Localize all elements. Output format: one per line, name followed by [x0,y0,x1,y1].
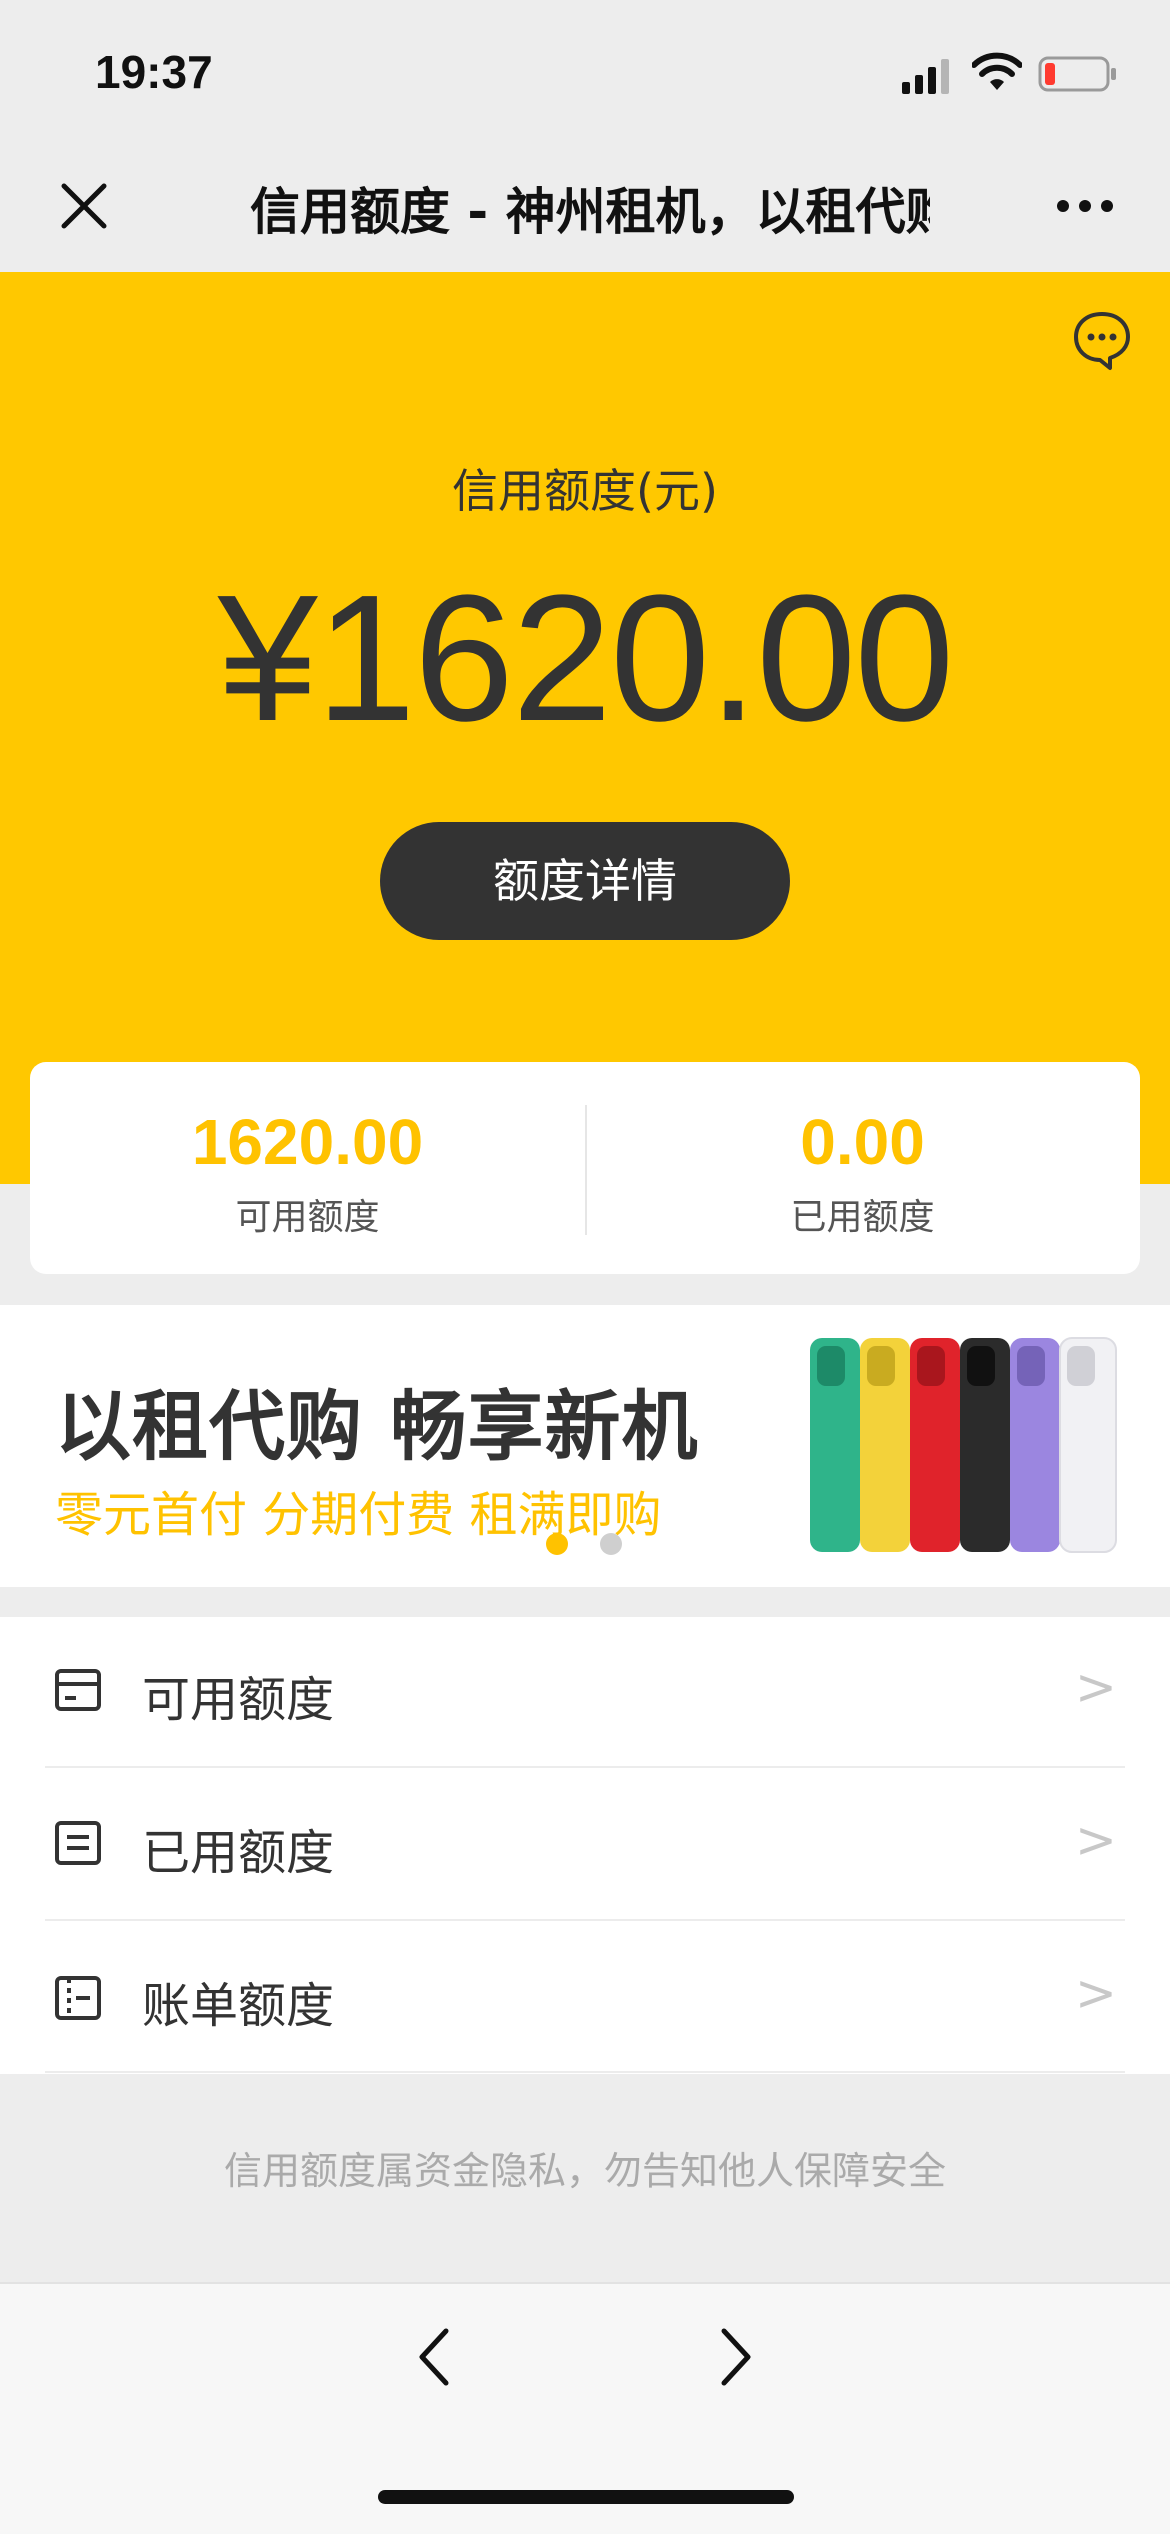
chat-bubble-icon[interactable] [1072,310,1132,372]
carousel-dot-active[interactable] [546,1533,568,1555]
menu-row-label: 已用额度 [142,1825,335,1881]
credit-amount: ¥1620.00 [217,558,955,759]
document-icon [55,1821,101,1865]
credit-label: 信用额度(元) [452,464,718,518]
carousel-dot[interactable] [600,1533,622,1555]
used-credit-label: 已用额度 [790,1197,935,1238]
card-icon [55,1669,101,1711]
close-icon[interactable] [58,180,110,232]
banner-title: 以租代购 畅享新机 [55,1382,699,1471]
chevron-right-icon: > [1075,1964,1117,2022]
signal-icon [902,59,949,94]
row-divider [45,2071,1125,2073]
forward-arrow-icon[interactable] [716,2325,756,2389]
chevron-right-icon: > [1075,1811,1117,1869]
available-credit-value: 1620.00 [191,1106,424,1178]
credit-detail-button[interactable]: 额度详情 [380,822,790,940]
privacy-note: 信用额度属资金隐私，勿告知他人保障安全 [223,2149,946,2193]
menu-row-label: 可用额度 [142,1672,335,1728]
home-indicator[interactable] [378,2490,794,2504]
banner-subtitle: 零元首付 分期付费 租满即购 [55,1487,662,1543]
more-icon[interactable] [1055,198,1115,214]
wifi-icon [972,52,1022,90]
chevron-right-icon: > [1075,1658,1117,1716]
available-credit-label: 可用额度 [235,1197,380,1238]
used-credit-value: 0.00 [800,1106,925,1178]
bill-icon [55,1976,101,2020]
phone-lineup-illustration [810,1337,1117,1553]
battery-icon [1038,56,1116,92]
status-time: 19:37 [95,46,213,98]
page-title: 信用额度 - 神州租机，以租代购 畅享新机 [250,183,930,241]
back-arrow-icon[interactable] [414,2325,454,2389]
menu-row-label: 账单额度 [142,1978,335,2034]
